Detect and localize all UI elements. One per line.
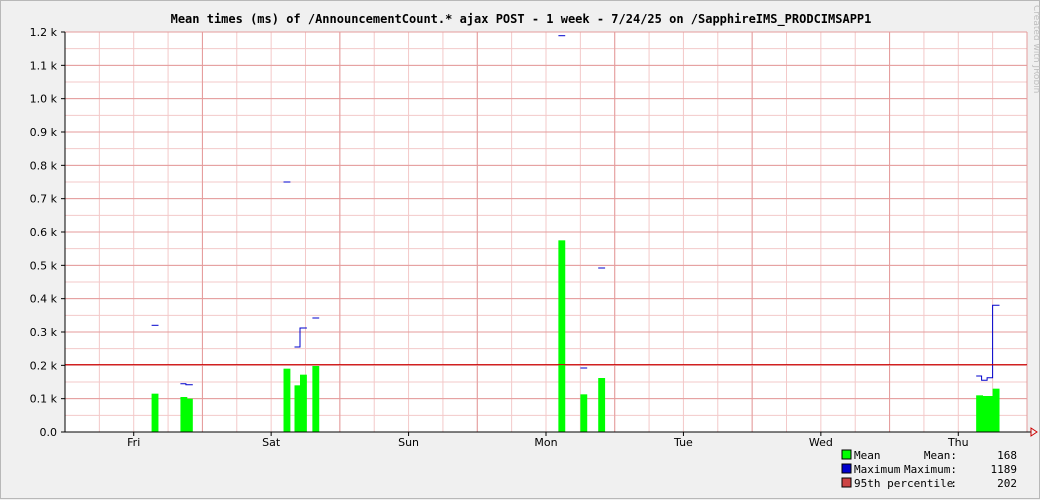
- y-tick-label: 1.0 k: [30, 93, 58, 106]
- x-tick-label: Thu: [947, 436, 969, 449]
- y-tick-label: 0.0: [40, 426, 58, 439]
- y-tick-label: 0.1 k: [30, 393, 58, 406]
- legend-stat-value-0: 168: [997, 449, 1017, 462]
- legend-stat-label-1: Maximum:: [904, 463, 957, 476]
- x-tick-label: Fri: [127, 436, 140, 449]
- mean-bar-13: [992, 388, 1000, 432]
- y-tick-label: 0.3 k: [30, 326, 58, 339]
- legend-swatch-2: [841, 477, 852, 488]
- y-tick-label: 0.9 k: [30, 126, 58, 139]
- chart-frame: Mean times (ms) of /AnnouncementCount.* …: [0, 0, 1040, 499]
- mean-bar-2: [185, 398, 193, 432]
- legend-name-2: 95th percentile: [854, 477, 953, 490]
- y-tick-label: 0.2 k: [30, 359, 58, 372]
- x-tick-label: Mon: [534, 436, 557, 449]
- y-tick-label: 0.6 k: [30, 226, 58, 239]
- legend-stat-label-2: :: [950, 477, 957, 490]
- legend-swatch-1: [841, 463, 852, 474]
- chart-title: Mean times (ms) of /AnnouncementCount.* …: [171, 12, 872, 27]
- mean-bar-8: [580, 394, 588, 432]
- mean-bar-5: [300, 374, 307, 432]
- x-tick-label: Wed: [809, 436, 833, 449]
- mean-bar-0: [151, 393, 159, 432]
- mean-bar-6: [312, 366, 320, 432]
- y-tick-label: 1.2 k: [30, 26, 58, 39]
- mean-bar-9: [598, 378, 606, 432]
- jrobin-credit: Created with JRobin: [1031, 5, 1040, 93]
- x-axis-ticks: Fri Sat Sun Mon Tue Wed Thu: [127, 432, 969, 449]
- y-tick-label: 0.5 k: [30, 259, 58, 272]
- mean-bar-7: [558, 240, 566, 432]
- chart-svg: Mean times (ms) of /AnnouncementCount.* …: [30, 5, 1040, 490]
- legend: Mean Mean: 168 Maximum Maximum: 1189 95th perc…: [841, 449, 1018, 490]
- y-tick-label: 0.7 k: [30, 193, 58, 206]
- x-tick-label: Tue: [673, 436, 693, 449]
- legend-name-0: Mean: [854, 449, 881, 462]
- x-axis-arrow: [1030, 427, 1038, 437]
- y-tick-label: 0.8 k: [30, 159, 58, 172]
- y-axis-ticks: 0.0 0.1 k 0.2 k 0.3 k 0.4 k 0.5 k 0.6 k 0.7 k 0.…: [30, 26, 65, 439]
- legend-stat-value-1: 1189: [991, 463, 1018, 476]
- y-tick-label: 1.1 k: [30, 59, 58, 72]
- x-tick-label: Sat: [262, 436, 281, 449]
- legend-stat-label-0: Mean:: [924, 449, 957, 462]
- y-tick-label: 0.4 k: [30, 293, 58, 306]
- legend-swatch-0: [841, 449, 852, 460]
- mean-bar-3: [283, 368, 291, 432]
- legend-name-1: Maximum: [854, 463, 901, 476]
- legend-stat-value-2: 202: [997, 477, 1017, 490]
- x-tick-label: Sun: [398, 436, 419, 449]
